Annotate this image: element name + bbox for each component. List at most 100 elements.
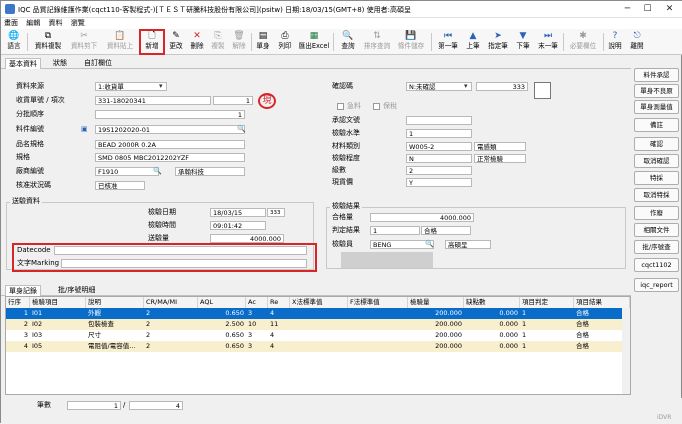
column-header[interactable]: 項目判定 [520, 297, 574, 308]
exit-button[interactable]: ⎋ 離開 [627, 30, 647, 54]
table-cell[interactable]: 4 [268, 341, 290, 352]
minimize-icon[interactable]: ─ [621, 3, 634, 15]
table-cell[interactable]: 4 [268, 308, 290, 319]
table-cell[interactable]: 0.000 [464, 319, 520, 330]
side-button-measurement[interactable]: 單身測量值 [634, 100, 679, 114]
required-fields-button[interactable]: ✱ 必要欄位 [567, 30, 599, 54]
table-cell[interactable]: 0.000 [464, 330, 520, 341]
goto-record-button[interactable]: ➤ 指定筆 [485, 30, 511, 54]
table-cell[interactable]: 11 [268, 319, 290, 330]
table-cell[interactable]: 1 [520, 308, 574, 319]
table-cell[interactable]: 外觀 [86, 308, 144, 319]
table-cell[interactable]: 2 [144, 330, 198, 341]
side-button-cancel-confirm[interactable]: 取消確認 [634, 154, 679, 168]
table-row[interactable]: 2 I02 包裝檢查 2 2.500 10 11 200.000 0.000 1 合格 [6, 319, 630, 330]
table-cell[interactable]: 3 [246, 341, 268, 352]
side-button-cancel-special[interactable]: 取消特採 [634, 188, 679, 202]
side-button-cqct1102[interactable]: cqct1102 [634, 258, 679, 272]
table-row[interactable]: 4 I05 電阻值/電容值... 2 0.650 3 4 200.000 0.000 1 合格 [6, 341, 630, 352]
table-row[interactable]: 1 I01 外觀 2 0.650 3 4 200.000 0.000 1 合格 [6, 308, 630, 319]
table-cell[interactable]: 尺寸 [86, 330, 144, 341]
datecode-field[interactable] [54, 246, 307, 255]
tab-lot-detail[interactable]: 批/序號明細 [55, 285, 98, 296]
chevron-down-icon[interactable]: ▾ [464, 82, 468, 91]
table-cell[interactable]: 3 [246, 308, 268, 319]
table-cell[interactable]: 4 [6, 341, 30, 352]
table-cell[interactable]: 1 [520, 341, 574, 352]
urgent-checkbox[interactable] [337, 103, 344, 110]
table-cell[interactable]: I03 [30, 330, 86, 341]
side-button-iqc-report[interactable]: iqc_report [634, 278, 679, 292]
release-button[interactable]: 🗑 解除 [229, 30, 249, 54]
language-button[interactable]: 🌐 語言 [3, 30, 25, 54]
receipt-check-field[interactable]: Y [406, 178, 472, 187]
table-cell[interactable]: 1 [6, 308, 30, 319]
table-cell[interactable]: I02 [30, 319, 86, 330]
table-cell[interactable]: 10 [246, 319, 268, 330]
table-cell[interactable]: 包裝檢查 [86, 319, 144, 330]
table-cell[interactable]: 電阻值/電容值... [86, 341, 144, 352]
part-search-icon[interactable]: 🔍 [237, 125, 246, 134]
class-field[interactable]: 2 [406, 166, 472, 175]
edit-button[interactable]: ✎ 更改 [166, 30, 186, 54]
table-cell[interactable]: 2 [144, 308, 198, 319]
save-condition-button[interactable]: 💾 條件儲存 [395, 30, 427, 54]
vendor-search-icon[interactable]: 🔍 [153, 167, 162, 176]
side-button-special[interactable]: 特採 [634, 171, 679, 185]
source-select[interactable]: 1:收貨單 [95, 82, 167, 91]
column-header[interactable]: 行序 [6, 297, 30, 308]
first-record-button[interactable]: ⏮ 第一筆 [435, 30, 461, 54]
confirm-select[interactable]: N:未確認 [406, 82, 472, 91]
table-cell[interactable]: 0.650 [198, 341, 246, 352]
table-cell[interactable] [348, 341, 408, 352]
menu-browse[interactable]: 瀏覽 [68, 18, 88, 29]
table-cell[interactable] [290, 308, 348, 319]
next-record-button[interactable]: ▼ 下筆 [513, 30, 533, 54]
table-cell[interactable] [348, 308, 408, 319]
table-cell[interactable]: 200.000 [408, 341, 464, 352]
degree-code-field[interactable]: N [406, 154, 472, 163]
tab-custom[interactable]: 自訂欄位 [81, 58, 115, 69]
paste-data-button[interactable]: 📋 資料貼上 [103, 30, 137, 54]
side-button-void[interactable]: 作廢 [634, 206, 679, 220]
doc-field[interactable] [406, 116, 472, 125]
table-cell[interactable]: 3 [6, 330, 30, 341]
close-icon[interactable]: ✕ [663, 3, 676, 15]
side-button-detail-defect[interactable]: 單身不良原 [634, 84, 679, 98]
table-cell[interactable] [290, 319, 348, 330]
maximize-icon[interactable]: ☐ [641, 3, 654, 15]
table-cell[interactable]: 0.650 [198, 308, 246, 319]
column-header[interactable]: AQL [198, 297, 246, 308]
table-cell[interactable]: 200.000 [408, 308, 464, 319]
part-field[interactable]: 19S1202020-01 [95, 125, 245, 134]
menu-screen[interactable]: 畫面 [1, 18, 21, 29]
prev-record-button[interactable]: ▲ 上筆 [463, 30, 483, 54]
export-excel-button[interactable]: ▦ 匯出Excel [297, 30, 331, 54]
table-cell[interactable]: 2 [6, 319, 30, 330]
duplicate-button[interactable]: ⎘ 複製 [208, 30, 228, 54]
date-field[interactable]: 18/03/15 [210, 208, 266, 217]
column-header[interactable]: F法標準值 [348, 297, 408, 308]
vendor-code-field[interactable]: F1910 [95, 167, 159, 176]
print-button[interactable]: ⎙ 列印 [275, 30, 295, 54]
table-cell[interactable]: 4 [268, 330, 290, 341]
last-record-button[interactable]: ⏭ 末一筆 [535, 30, 561, 54]
column-header[interactable]: CR/MA/MI [144, 297, 198, 308]
column-header[interactable]: 項目結果 [574, 297, 630, 308]
column-header[interactable]: Re [268, 297, 290, 308]
qty-field[interactable]: 4000.000 [210, 234, 284, 243]
table-cell[interactable]: I05 [30, 341, 86, 352]
receipt-no-field[interactable]: 331-18020341 [95, 96, 211, 105]
table-cell[interactable] [348, 330, 408, 341]
menu-data[interactable]: 資料 [45, 18, 65, 29]
column-header[interactable]: X法標準值 [290, 297, 348, 308]
table-cell[interactable] [348, 319, 408, 330]
receipt-item-field[interactable]: 1 [213, 96, 253, 105]
table-cell[interactable]: 0.000 [464, 308, 520, 319]
judge-code-field[interactable]: 1 [370, 226, 420, 235]
tab-status[interactable]: 狀態 [50, 58, 70, 69]
detail-button[interactable]: ▤ 單身 [253, 30, 273, 54]
inspector-search-icon[interactable]: 🔍 [425, 240, 434, 249]
column-header[interactable]: 檢驗量 [408, 297, 464, 308]
column-header[interactable]: 檢驗項目 [30, 297, 86, 308]
